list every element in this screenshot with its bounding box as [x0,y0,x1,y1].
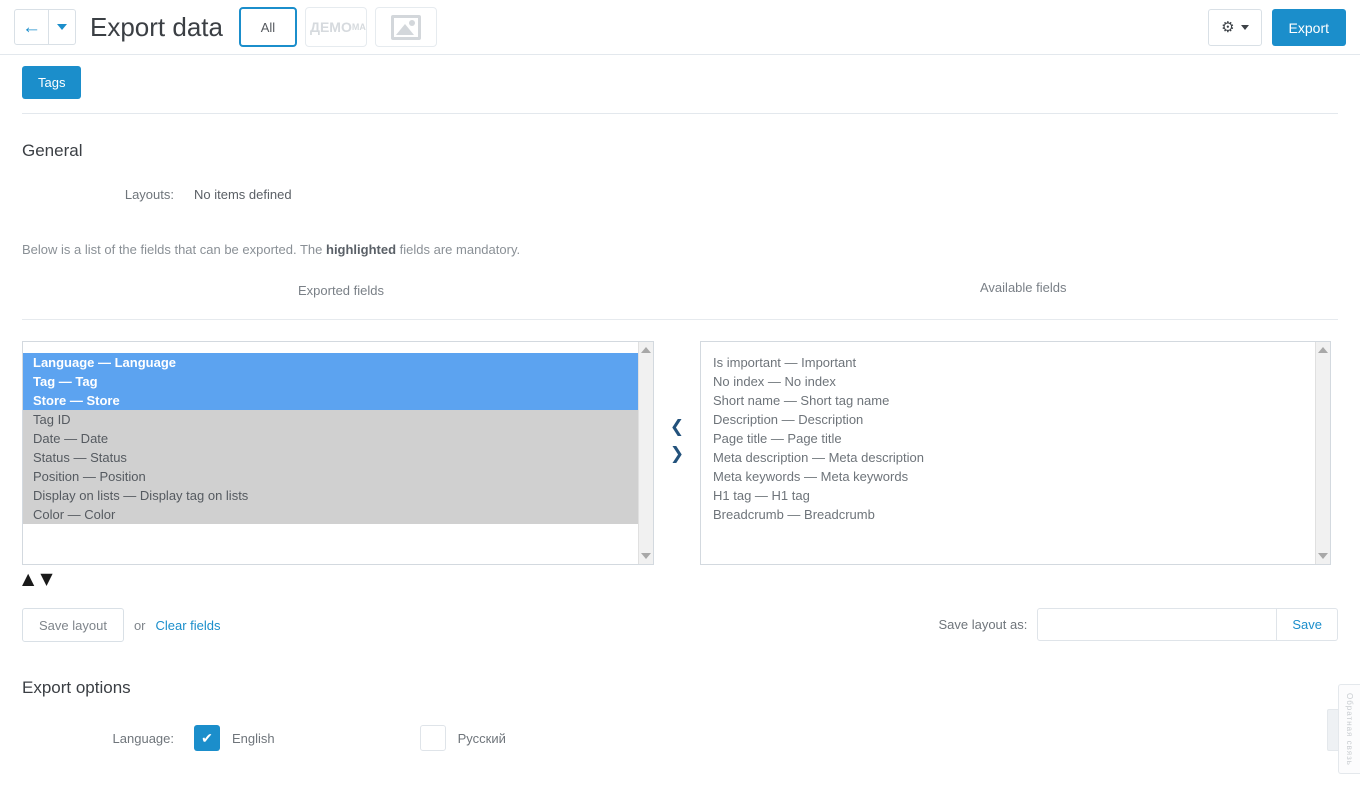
tab-tags[interactable]: Tags [22,66,82,99]
exported-field-option[interactable]: Tag ID [23,410,638,429]
exported-fields-listbox[interactable]: Language — Language Tag — Tag Store — Stor… [22,341,654,565]
page-title: Export data [90,11,223,42]
language-english-label: English [232,730,275,746]
available-field-option[interactable]: Meta description — Meta description [701,448,1315,467]
dual-list-headers: Exported fields Available fields [0,279,1360,313]
entity-tab-bar: Tags [0,55,1360,99]
move-buttons: ❮ ❯ [654,341,700,463]
back-button[interactable]: ← [14,9,49,45]
language-label: Language: [112,730,174,746]
layouts-value: No items defined [194,187,292,202]
available-fields-inner: Is important — Important No index — No in… [701,342,1315,564]
exported-field-option[interactable]: Color — Color [23,505,638,524]
divider-top [22,113,1338,114]
exported-fields-options[interactable]: Language — Language Tag — Tag Store — Stor… [23,353,638,524]
move-up-button[interactable]: ▲ [22,571,34,587]
save-layout-as-input[interactable] [1037,608,1278,641]
available-field-option[interactable]: Description — Description [701,410,1315,429]
scroll-arrow-up-icon[interactable] [1318,347,1328,353]
available-field-option[interactable]: Page title — Page title [701,429,1315,448]
chevron-down-icon [1240,25,1249,30]
layouts-row: Layouts: No items defined [0,187,1360,202]
exported-field-option[interactable]: Position — Position [23,467,638,486]
layout-actions-row: Save layout or Clear fields Save layout … [0,608,1360,642]
language-option-russian[interactable]: Русский [419,725,506,751]
top-bar: ← Export data All ДЕМО МА ⚙ Export [0,0,1360,55]
save-button[interactable]: Save [1277,608,1338,641]
arrow-left-icon: ← [22,16,41,38]
save-layout-as-group: Save layout as: Save [938,608,1338,641]
chip-all[interactable]: All [238,7,297,47]
chip-image-preview[interactable] [374,7,437,47]
back-dropdown-button[interactable] [49,9,76,45]
checkbox-checked-icon[interactable]: ✔ [194,725,220,751]
chip-demo-label: ДЕМО [309,19,352,35]
edge-tab-shadow [1327,709,1338,751]
available-fields-scrollbar[interactable] [1315,342,1330,564]
language-row: Language: ✔ English Русский [0,725,1360,751]
note-prefix: Below is a list of the fields that can b… [22,242,326,257]
settings-dropdown-button[interactable]: ⚙ [1208,9,1262,46]
note-suffix: fields are mandatory. [396,242,521,257]
exported-fields-header: Exported fields [298,283,384,298]
back-button-group: ← [14,9,76,45]
language-option-english[interactable]: ✔ English [194,725,275,751]
available-fields-options[interactable]: Is important — Important No index — No in… [701,353,1315,524]
save-layout-button[interactable]: Save layout [22,608,124,642]
chevron-down-icon [57,24,67,30]
exported-fields-scrollbar[interactable] [638,342,653,564]
or-label: or [133,617,146,633]
mandatory-note: Below is a list of the fields that can b… [0,242,1360,257]
chip-demo-label-suffix: МА [351,22,366,32]
divider-lists [22,319,1338,320]
layouts-label: Layouts: [124,187,174,202]
available-field-option[interactable]: H1 tag — H1 tag [701,486,1315,505]
available-fields-header: Available fields [980,280,1067,295]
chip-demo[interactable]: ДЕМО МА [304,7,367,47]
exported-field-option[interactable]: Display on lists — Display tag on lists [23,486,638,505]
general-section-title: General [22,141,83,160]
exported-field-option[interactable]: Status — Status [23,448,638,467]
exported-field-option[interactable]: Date — Date [23,429,638,448]
scroll-arrow-up-icon[interactable] [641,347,651,353]
feedback-edge-tab[interactable]: Обратная связь [1338,684,1360,774]
export-options-title: Export options [22,678,131,697]
move-left-button[interactable]: ❮ [670,419,684,436]
scroll-arrow-down-icon[interactable] [641,553,651,559]
top-bar-actions: ⚙ Export [1208,9,1346,46]
checkbox-unchecked-icon[interactable] [419,725,446,751]
clear-fields-link[interactable]: Clear fields [156,618,221,633]
dual-list-container: Language — Language Tag — Tag Store — Stor… [0,341,1360,774]
available-field-option[interactable]: Is important — Important [701,353,1315,372]
reorder-buttons: ▲ ▼ [0,565,1360,587]
export-button[interactable]: Export [1271,9,1346,46]
image-placeholder-icon [390,14,421,40]
available-field-option[interactable]: Meta keywords — Meta keywords [701,467,1315,486]
scroll-arrow-down-icon[interactable] [1318,553,1328,559]
exported-field-option[interactable]: Language — Language [23,353,638,372]
available-field-option[interactable]: Short name — Short tag name [701,391,1315,410]
available-fields-listbox[interactable]: Is important — Important No index — No in… [700,341,1331,565]
move-down-button[interactable]: ▼ [40,571,52,587]
exported-fields-inner: Language — Language Tag — Tag Store — Stor… [23,342,638,564]
exported-field-option[interactable]: Store — Store [23,391,638,410]
gear-icon: ⚙ [1221,19,1235,36]
chip-all-label: All [260,19,276,35]
exported-field-option[interactable]: Tag — Tag [23,372,638,391]
available-field-option[interactable]: Breadcrumb — Breadcrumb [701,505,1315,524]
note-highlighted: highlighted [326,242,397,257]
language-russian-label: Русский [457,730,506,746]
save-layout-as-label: Save layout as: [938,617,1028,632]
available-field-option[interactable]: No index — No index [701,372,1315,391]
move-right-button[interactable]: ❯ [670,446,684,463]
